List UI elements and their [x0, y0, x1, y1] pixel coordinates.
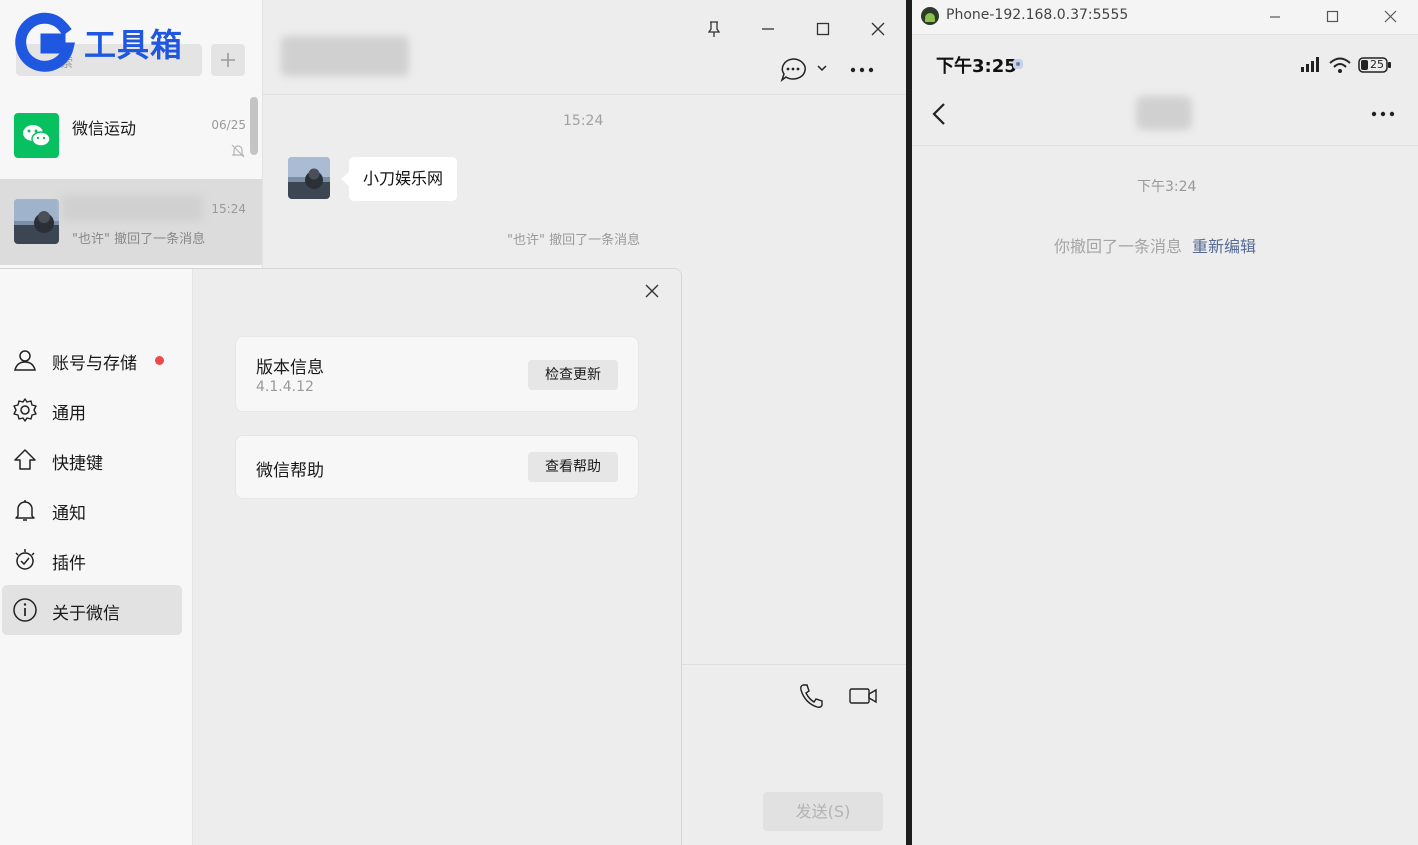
more-options-button[interactable]: [1368, 104, 1398, 124]
chat-preview: "也许" 撤回了一条消息: [72, 232, 206, 247]
check-update-button[interactable]: 检查更新: [528, 360, 618, 390]
back-arrow-icon: [932, 103, 945, 125]
settings-nav-notifications[interactable]: 通知: [2, 485, 182, 535]
wechat-sport-icon: [14, 113, 59, 158]
wechat-window: 索 工具箱 微信运动 06/25 15:24 "也许" 撤回了一条消息 15:2…: [0, 0, 906, 845]
add-button[interactable]: [211, 44, 245, 76]
close-button[interactable]: [863, 14, 893, 44]
phone-icon: [800, 684, 823, 708]
close-icon: [645, 284, 659, 298]
more-dots-icon: [1371, 111, 1395, 117]
message-bubble[interactable]: 小刀娱乐网: [340, 157, 458, 201]
more-dots-icon: [850, 67, 874, 73]
wechat-help-card: 微信帮助 查看帮助: [235, 435, 639, 499]
bell-icon: [15, 500, 35, 521]
close-icon: [871, 22, 885, 36]
pin-button[interactable]: [699, 14, 729, 44]
version-number: 4.1.4.12: [256, 379, 314, 395]
person-icon: [14, 350, 36, 371]
reedit-link[interactable]: 重新编辑: [1192, 237, 1256, 256]
card-title: 微信帮助: [256, 461, 324, 481]
settings-nav-label: 插件: [52, 554, 86, 574]
view-help-button[interactable]: 查看帮助: [528, 452, 618, 482]
status-app-icon: [1012, 58, 1024, 70]
chat-bubble-icon: [780, 58, 827, 83]
chat-list-item-wechat-sport[interactable]: 微信运动 06/25: [0, 95, 262, 179]
recall-notice: "也许" 撤回了一条消息: [507, 233, 641, 248]
plugin-icon: [15, 549, 35, 570]
avatar[interactable]: [288, 157, 330, 199]
chat-list-scrollbar[interactable]: [250, 97, 258, 155]
maximize-button[interactable]: [1319, 4, 1345, 30]
back-button[interactable]: [928, 100, 952, 128]
settings-nav-plugins[interactable]: 插件: [2, 535, 182, 585]
g-logo-icon: [15, 12, 76, 72]
chat-list-item-selected[interactable]: 15:24 "也许" 撤回了一条消息: [0, 179, 262, 265]
settings-nav-general[interactable]: 通用: [2, 385, 182, 435]
settings-nav-label: 快捷键: [52, 454, 103, 474]
pin-icon: [707, 21, 721, 37]
close-icon: [1384, 10, 1397, 23]
maximize-icon: [816, 22, 830, 36]
settings-nav-label: 账号与存储: [52, 354, 137, 374]
send-button[interactable]: 发送(S): [763, 792, 883, 831]
message-time-separator: 下午3:24: [1137, 179, 1197, 195]
more-options-button[interactable]: [847, 60, 877, 80]
gear-icon: [13, 398, 37, 422]
voice-call-button[interactable]: [797, 682, 827, 710]
version-info-card: 版本信息 4.1.4.12 检查更新: [235, 336, 639, 412]
status-bar-time: 下午3:25: [936, 56, 1017, 77]
notification-badge: [155, 356, 164, 365]
mute-bell-icon: [230, 143, 246, 159]
divider: [681, 664, 906, 665]
chat-name: 微信运动: [72, 119, 137, 138]
logo-text: 工具箱: [84, 26, 184, 64]
avatar: [14, 199, 59, 244]
video-call-button[interactable]: [848, 684, 878, 708]
settings-nav: 账号与存储 通用 快捷键 通知 插件 关于微信: [0, 269, 193, 845]
android-icon: [920, 6, 940, 26]
settings-nav-label: 通知: [52, 504, 86, 524]
battery-level: 25: [1370, 58, 1384, 71]
info-icon: [13, 598, 37, 622]
blurred-chat-name: [62, 195, 202, 221]
phone-window-titlebar: Phone-192.168.0.37:5555: [912, 0, 1418, 35]
divider: [912, 145, 1418, 146]
divider: [263, 94, 906, 95]
minimize-icon: [1270, 16, 1280, 18]
settings-nav-about-wechat[interactable]: 关于微信: [2, 585, 182, 635]
chat-time: 06/25: [211, 118, 246, 132]
recall-text: 你撤回了一条消息: [1054, 237, 1183, 256]
phone-window-title: Phone-192.168.0.37:5555: [946, 7, 1129, 23]
minimize-button[interactable]: [1262, 4, 1288, 30]
video-camera-icon: [849, 688, 877, 704]
shortcut-arrow-icon: [14, 449, 36, 470]
settings-nav-account-storage[interactable]: 账号与存储: [2, 335, 182, 385]
close-button[interactable]: [1377, 4, 1403, 30]
minimize-icon: [762, 28, 774, 30]
toolbox-logo: [14, 12, 76, 74]
blurred-contact-name: [1136, 96, 1192, 130]
chat-bubble-menu-button[interactable]: [777, 56, 833, 84]
settings-nav-shortcuts[interactable]: 快捷键: [2, 435, 182, 485]
wifi-icon: [1328, 56, 1352, 74]
blurred-chat-title: [281, 36, 409, 76]
message-time-separator: 15:24: [563, 113, 604, 129]
recall-notice: 你撤回了一条消息 重新编辑: [1054, 233, 1256, 257]
card-title: 版本信息: [256, 358, 324, 378]
settings-dialog: 账号与存储 通用 快捷键 通知 插件 关于微信 版本信息 4.1.4.12 检查…: [0, 268, 682, 845]
settings-close-button[interactable]: [640, 279, 664, 303]
phone-mirror-window: Phone-192.168.0.37:5555 下午3:25 25 下午3:24…: [912, 0, 1418, 845]
maximize-icon: [1326, 10, 1339, 23]
signal-icon: [1299, 55, 1323, 73]
settings-nav-label: 关于微信: [52, 604, 120, 624]
settings-content: 版本信息 4.1.4.12 检查更新 微信帮助 查看帮助: [193, 269, 681, 845]
plus-icon: [221, 53, 235, 67]
chat-list-panel: 索 工具箱 微信运动 06/25 15:24 "也许" 撤回了一条消息: [0, 0, 263, 270]
chat-time: 15:24: [211, 202, 246, 216]
settings-nav-label: 通用: [52, 404, 86, 424]
minimize-button[interactable]: [753, 14, 783, 44]
maximize-button[interactable]: [808, 14, 838, 44]
